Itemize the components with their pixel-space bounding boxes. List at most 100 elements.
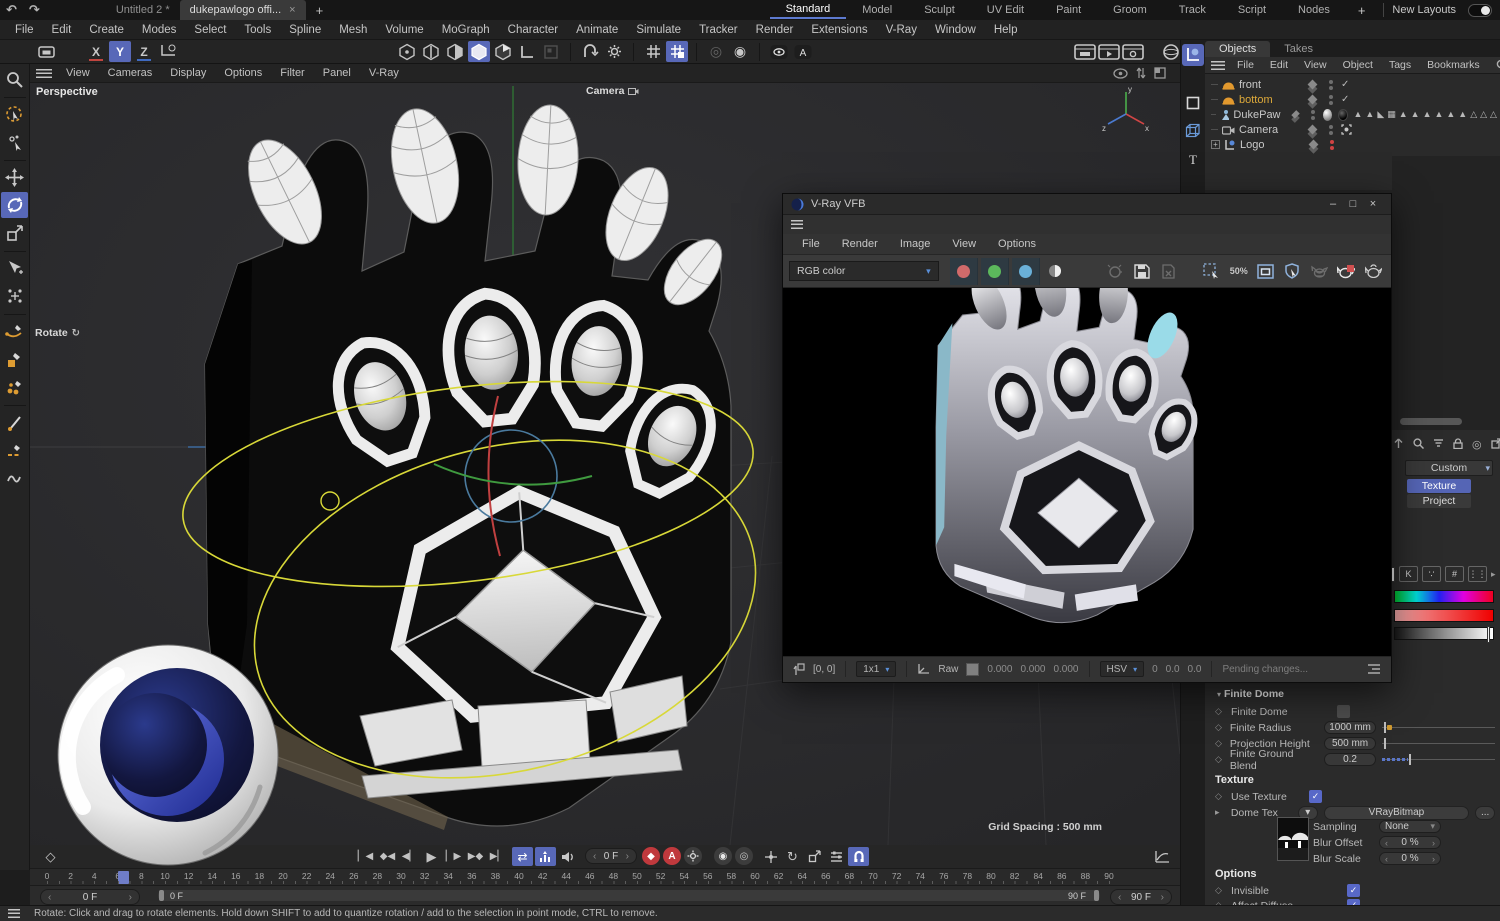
menu-item[interactable]: File bbox=[6, 21, 43, 39]
scale-tool-button[interactable] bbox=[1, 220, 28, 246]
layout-toggle[interactable] bbox=[1468, 4, 1492, 17]
layout-tab[interactable]: Nodes bbox=[1282, 2, 1346, 18]
menu-item[interactable]: Edit bbox=[43, 21, 81, 39]
tweak-tool-button[interactable] bbox=[1, 129, 28, 155]
log-icon[interactable] bbox=[1367, 663, 1381, 675]
follow-mouse-button[interactable] bbox=[1281, 259, 1305, 283]
blue-channel-button[interactable] bbox=[1012, 258, 1040, 285]
axis-z-toggle[interactable]: Z bbox=[133, 41, 155, 62]
view-label[interactable]: Perspective bbox=[36, 86, 98, 98]
menu-item[interactable]: Mesh bbox=[330, 21, 376, 39]
objects-menu-item[interactable]: File bbox=[1230, 58, 1261, 72]
swatch-picker-button[interactable]: ∵ bbox=[1422, 566, 1441, 582]
layout-tab[interactable]: Model bbox=[846, 2, 908, 18]
previous-frame-button[interactable]: ◀▏ bbox=[399, 847, 420, 866]
vfb-menu-item[interactable]: View bbox=[943, 236, 985, 252]
swap-view-icon[interactable] bbox=[1136, 67, 1146, 79]
undo-icon[interactable]: ↶ bbox=[0, 2, 23, 18]
zoom-percent-button[interactable]: 50% bbox=[1227, 259, 1251, 283]
menu-item[interactable]: Window bbox=[926, 21, 985, 39]
viewport-menu-item[interactable]: Display bbox=[162, 65, 214, 81]
new-layouts-label[interactable]: New Layouts bbox=[1392, 4, 1456, 16]
layout-tab[interactable]: Groom bbox=[1097, 2, 1163, 18]
menu-item[interactable]: Create bbox=[80, 21, 133, 39]
maximize-button[interactable]: □ bbox=[1343, 198, 1363, 210]
uv-mode-button[interactable] bbox=[540, 41, 562, 62]
more-pickers-icon[interactable]: ▸ bbox=[1491, 569, 1496, 580]
next-frame-button[interactable]: ▏▶ bbox=[443, 847, 464, 866]
finite-radius-slider[interactable] bbox=[1382, 721, 1495, 734]
shape-panel-button[interactable] bbox=[1182, 92, 1204, 114]
gear-tool-button[interactable] bbox=[603, 41, 625, 62]
invisible-checkbox[interactable]: ✓ bbox=[1347, 884, 1360, 897]
maximize-view-icon[interactable] bbox=[1154, 67, 1166, 79]
render-picture-viewer-button[interactable] bbox=[1098, 41, 1120, 62]
hue-slider[interactable] bbox=[1394, 590, 1494, 603]
redo-icon[interactable]: ↷ bbox=[23, 2, 46, 18]
material-sphere-button[interactable] bbox=[1160, 41, 1182, 62]
viewport-menu-item[interactable]: V-Ray bbox=[361, 65, 407, 81]
render-view-button[interactable] bbox=[1074, 41, 1096, 62]
vfb-render-image[interactable] bbox=[783, 288, 1391, 656]
snap-enabled-button[interactable] bbox=[666, 41, 688, 62]
camera-active-icon[interactable] bbox=[1341, 124, 1352, 135]
line-cut-tool-button[interactable] bbox=[1, 437, 28, 463]
document-tab-active[interactable]: dukepawlogo offi... × bbox=[180, 0, 306, 20]
camera-label[interactable]: Camera bbox=[586, 85, 639, 97]
document-tab-untitled[interactable]: Untitled 2 * bbox=[106, 2, 180, 18]
menu-item[interactable]: Animate bbox=[567, 21, 627, 39]
ground-blend-field[interactable]: 0.2 bbox=[1324, 753, 1376, 766]
vray-eye-button[interactable] bbox=[768, 41, 790, 62]
fit-view-button[interactable] bbox=[1254, 259, 1278, 283]
color-swatch[interactable] bbox=[966, 663, 979, 676]
keyframe-selection-button[interactable]: ◉ bbox=[714, 847, 732, 865]
vfb-menu-item[interactable]: Image bbox=[891, 236, 940, 252]
pixel-ratio-dropdown[interactable]: 1x1▾ bbox=[856, 661, 896, 677]
vfb-menu-item[interactable]: Render bbox=[833, 236, 887, 252]
horizontal-scrollbar[interactable] bbox=[1400, 418, 1462, 425]
layout-tab[interactable]: Standard bbox=[770, 1, 847, 19]
vfb-menu-icon[interactable] bbox=[791, 220, 803, 229]
menu-item[interactable]: Spline bbox=[280, 21, 330, 39]
hex-picker-button[interactable]: # bbox=[1445, 566, 1464, 582]
objects-menu-item[interactable]: Object bbox=[1336, 58, 1380, 72]
vfb-menu-item[interactable]: Options bbox=[989, 236, 1045, 252]
projection-height-slider[interactable] bbox=[1382, 737, 1495, 750]
channel-dropdown[interactable]: RGB color▾ bbox=[789, 261, 939, 281]
polygons-mode-button[interactable] bbox=[444, 41, 466, 62]
viewport-menu-item[interactable]: Filter bbox=[272, 65, 312, 81]
layer-icon[interactable] bbox=[1309, 140, 1319, 150]
range-slider-track[interactable]: 0 F 90 F bbox=[158, 890, 1100, 901]
menu-item[interactable]: V-Ray bbox=[877, 21, 926, 39]
close-button[interactable]: × bbox=[1363, 198, 1383, 210]
menu-item[interactable]: Render bbox=[747, 21, 803, 39]
material-tag-black[interactable] bbox=[1338, 109, 1348, 121]
stop-render-button[interactable] bbox=[1361, 259, 1385, 283]
lock-icon[interactable] bbox=[1453, 438, 1463, 449]
menu-item[interactable]: Select bbox=[185, 21, 235, 39]
target-icon[interactable]: ◎ bbox=[1472, 438, 1482, 451]
layout-tab[interactable]: Script bbox=[1222, 2, 1282, 18]
layer-icon[interactable] bbox=[1291, 110, 1300, 119]
polygon-selection-tags[interactable]: ▲▲◣▦▲▲▲▲▲▲△△△ bbox=[1354, 109, 1500, 120]
close-tab-icon[interactable]: × bbox=[289, 4, 295, 16]
visibility-dots[interactable] bbox=[1329, 80, 1333, 90]
dome-tex-shader-button[interactable]: VRayBitmap bbox=[1324, 806, 1470, 820]
finite-radius-field[interactable]: 1000 mm bbox=[1324, 721, 1376, 734]
previous-key-button[interactable]: ◆◀ bbox=[377, 847, 398, 866]
minimize-button[interactable]: – bbox=[1323, 198, 1343, 210]
edges-mode-button[interactable] bbox=[420, 41, 442, 62]
mixer-picker-button[interactable]: ⋮⋮ bbox=[1468, 566, 1487, 582]
render-button[interactable] bbox=[1334, 259, 1358, 283]
search-icon[interactable] bbox=[1496, 59, 1500, 71]
clear-image-button[interactable] bbox=[1157, 259, 1181, 283]
play-button[interactable]: ▶ bbox=[421, 847, 442, 866]
goto-end-button[interactable]: ▶▏ bbox=[487, 847, 508, 866]
texture-thumbnail[interactable] bbox=[1277, 817, 1309, 861]
menu-item[interactable]: Extensions bbox=[802, 21, 876, 39]
sketch-tool-button[interactable] bbox=[1, 465, 28, 491]
keyframe-presets-button[interactable]: ◎ bbox=[735, 847, 753, 865]
coordinate-system-button[interactable] bbox=[157, 41, 179, 62]
layer-icon[interactable] bbox=[1308, 125, 1318, 135]
model-mode-button[interactable] bbox=[468, 41, 490, 62]
